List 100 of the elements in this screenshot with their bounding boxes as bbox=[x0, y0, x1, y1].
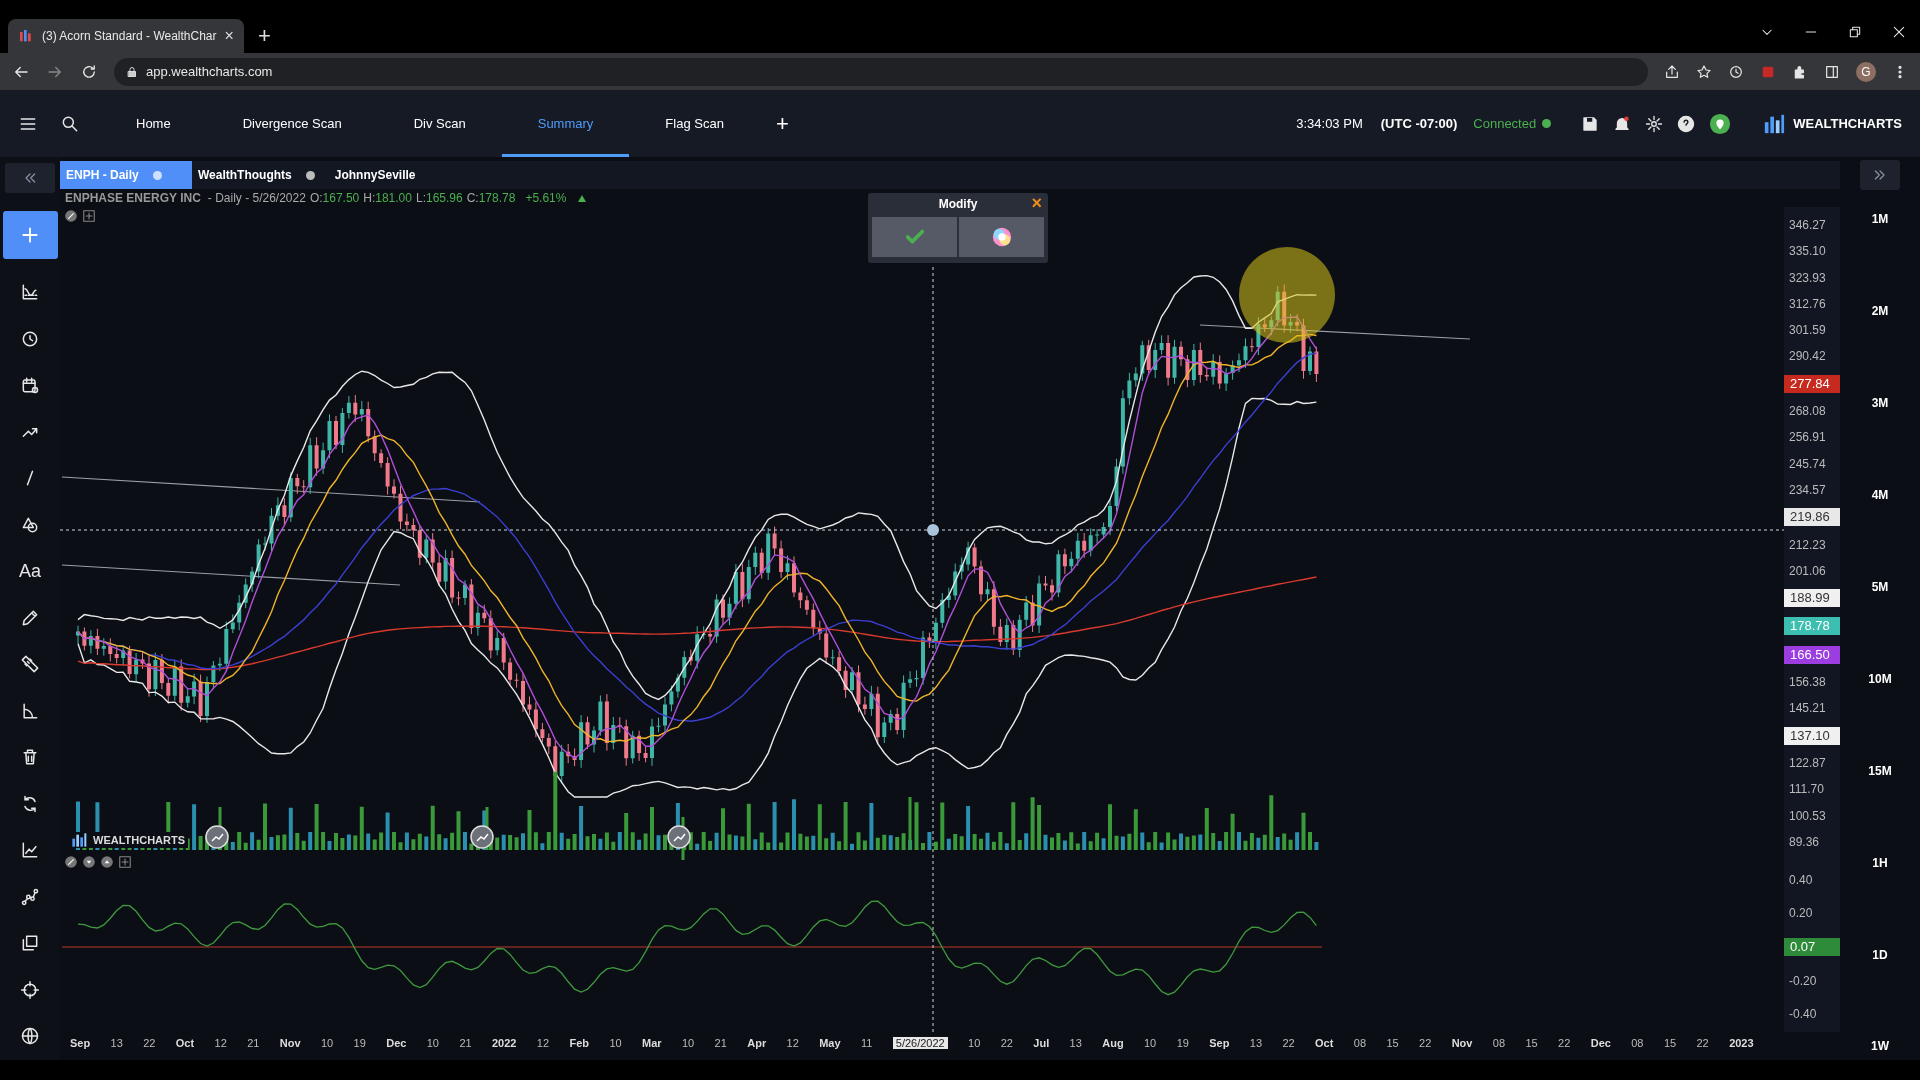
color-wheel-icon bbox=[990, 226, 1013, 248]
help-icon[interactable] bbox=[1677, 114, 1696, 133]
nav-tab[interactable]: Flag Scan bbox=[629, 90, 760, 157]
axis-label: 15 bbox=[1386, 1037, 1399, 1049]
trend-marker-icon[interactable] bbox=[667, 825, 691, 849]
axis-label: Oct bbox=[1315, 1037, 1334, 1049]
timeframe-option[interactable]: 5M bbox=[1871, 579, 1889, 594]
ruler-icon[interactable] bbox=[20, 654, 40, 675]
ohlc-label: L: bbox=[415, 191, 426, 205]
down-circle-icon[interactable] bbox=[82, 855, 96, 869]
axis-label: 22 bbox=[1696, 1037, 1709, 1049]
price-tag: 188.99 bbox=[1784, 589, 1840, 608]
ohlc-label: O: bbox=[309, 191, 323, 205]
add-square-icon[interactable] bbox=[118, 855, 132, 869]
axis-label: 22 bbox=[1000, 1037, 1013, 1049]
axis-label: 12 bbox=[214, 1037, 227, 1049]
axis-label: 12 bbox=[536, 1037, 550, 1049]
share-icon[interactable] bbox=[1664, 63, 1680, 80]
timeframe-option[interactable]: 1D bbox=[1872, 947, 1888, 962]
crosshair-icon[interactable] bbox=[20, 979, 40, 1000]
axis-label: Nov bbox=[279, 1037, 301, 1049]
lock-icon bbox=[126, 65, 138, 78]
profile-avatar[interactable]: G bbox=[1856, 61, 1876, 82]
favicon-icon bbox=[18, 28, 34, 44]
chart-description: - Daily - 5/26/2022 bbox=[207, 191, 306, 205]
clock-time: 3:34:03 PM bbox=[1296, 116, 1363, 131]
timeframe-option[interactable]: 10M bbox=[1868, 671, 1892, 686]
axis-label: Jul bbox=[1033, 1037, 1050, 1049]
axis-label: Feb bbox=[569, 1037, 590, 1049]
crosshair-point[interactable] bbox=[927, 524, 939, 536]
axis-label: 21 bbox=[459, 1037, 472, 1049]
timeframe-option[interactable]: 3M bbox=[1871, 395, 1889, 410]
timeframe-option[interactable]: 2M bbox=[1871, 303, 1889, 318]
axis-label: 12 bbox=[786, 1037, 799, 1049]
axis-label: 08 bbox=[1631, 1037, 1644, 1049]
timeframe-option[interactable]: 1M bbox=[1871, 212, 1889, 226]
bell-icon[interactable] bbox=[1613, 114, 1632, 133]
axis-label: Dec bbox=[1590, 1037, 1611, 1049]
axis-label: 22 bbox=[1558, 1037, 1571, 1049]
connected-points-icon[interactable] bbox=[20, 886, 40, 907]
axis-label: 10 bbox=[682, 1037, 695, 1049]
browser-tab[interactable]: (3) Acorn Standard - WealthChar × bbox=[8, 19, 244, 53]
tab-close-button[interactable]: × bbox=[224, 27, 234, 45]
axis-label: 212.23 bbox=[1788, 536, 1827, 553]
timezone-label: (UTC -07:00) bbox=[1380, 116, 1458, 131]
expand-panel-button[interactable] bbox=[1860, 160, 1900, 190]
sidebar-icon[interactable] bbox=[1824, 63, 1840, 80]
star-icon[interactable] bbox=[1696, 63, 1712, 80]
calendar-icon[interactable] bbox=[20, 375, 40, 396]
location-pin-icon[interactable] bbox=[1709, 112, 1732, 135]
chart-tab[interactable]: WealthThoughts bbox=[192, 161, 329, 189]
crosshair-date-label: 5/26/2022 bbox=[892, 1037, 948, 1049]
chart-watermark: WEALTHCHARTS bbox=[93, 834, 186, 846]
axis-label: 08 bbox=[1492, 1037, 1506, 1049]
timeframe-option[interactable]: 4M bbox=[1871, 487, 1889, 502]
axis-label: Oct bbox=[175, 1037, 195, 1049]
price-tag: 219.86 bbox=[1784, 508, 1840, 527]
reload-icon[interactable] bbox=[80, 62, 98, 81]
new-tab-button[interactable]: + bbox=[257, 25, 271, 47]
add-button[interactable] bbox=[2, 211, 58, 259]
close-icon[interactable] bbox=[1892, 25, 1906, 39]
settings-circle-icon[interactable] bbox=[64, 855, 78, 869]
nav-tab[interactable]: Div Scan bbox=[377, 90, 502, 157]
trend-marker-icon[interactable] bbox=[205, 825, 229, 849]
timeframe-option[interactable]: 1H bbox=[1872, 855, 1888, 870]
price-tag: 0.07 bbox=[1784, 938, 1840, 956]
axis-label: 11 bbox=[860, 1037, 873, 1049]
axis-label: 122.87 bbox=[1788, 754, 1827, 771]
history-icon[interactable] bbox=[1728, 63, 1744, 80]
axis-label: Dec bbox=[386, 1037, 407, 1049]
add-tab-button[interactable]: + bbox=[775, 110, 789, 137]
axis-label: 111.70 bbox=[1788, 781, 1825, 798]
axis-label: 89.36 bbox=[1788, 833, 1821, 850]
add-square-icon[interactable] bbox=[82, 209, 96, 223]
ohlc-value: 178.78 bbox=[478, 191, 516, 205]
price-tag: 137.10 bbox=[1784, 726, 1840, 745]
chart-tab[interactable]: JohnnySeville bbox=[328, 161, 461, 189]
close-button[interactable]: × bbox=[1031, 193, 1042, 213]
trend-line[interactable] bbox=[61, 564, 401, 586]
axis-label: 2023 bbox=[1729, 1037, 1754, 1049]
settings-circle-icon[interactable] bbox=[64, 209, 78, 223]
up-circle-icon[interactable] bbox=[100, 855, 114, 869]
axis-label: 234.57 bbox=[1788, 481, 1827, 498]
save-icon[interactable] bbox=[1581, 114, 1600, 133]
settings-icon[interactable] bbox=[1645, 114, 1664, 133]
trend-line[interactable] bbox=[1199, 324, 1471, 340]
nav-tab[interactable]: Home bbox=[100, 90, 207, 157]
axis-label: 22 bbox=[1419, 1037, 1432, 1049]
color-picker-button[interactable] bbox=[959, 217, 1044, 257]
globe-icon[interactable] bbox=[20, 1026, 40, 1047]
trend-line[interactable] bbox=[61, 476, 481, 503]
text-tool[interactable]: Aa bbox=[19, 560, 41, 582]
axis-label: 268.08 bbox=[1788, 403, 1827, 420]
timeframe-option[interactable]: 1W bbox=[1871, 1039, 1889, 1054]
restore-icon[interactable] bbox=[1848, 25, 1862, 39]
timeframe-option[interactable]: 15M bbox=[1868, 763, 1892, 778]
nav-tab[interactable]: Divergence Scan bbox=[206, 90, 378, 157]
address-field[interactable]: app.wealthcharts.com bbox=[114, 57, 1648, 86]
trend-marker-icon[interactable] bbox=[470, 825, 494, 849]
axis-label: 145.21 bbox=[1788, 700, 1827, 717]
